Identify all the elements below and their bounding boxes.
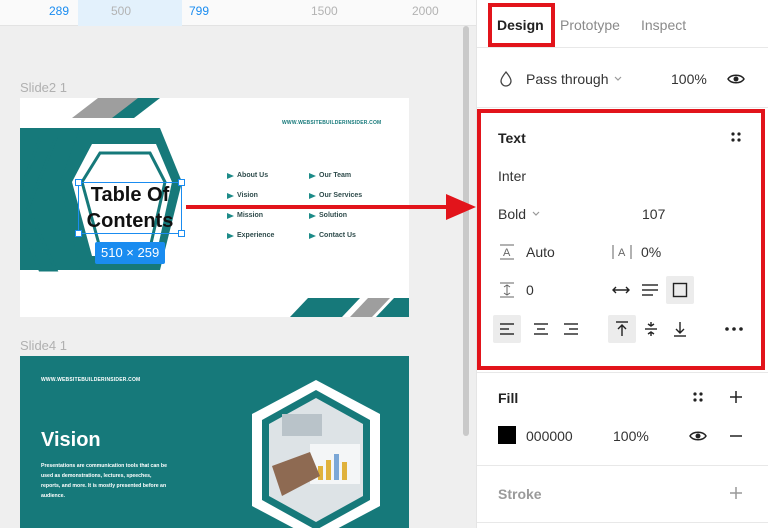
add-fill-icon[interactable]	[728, 389, 744, 405]
highlight-design-tab	[488, 3, 555, 47]
stroke-section-heading: Stroke	[498, 486, 542, 502]
align-middle-icon[interactable]	[637, 315, 665, 343]
divider	[477, 47, 768, 48]
fill-color-swatch[interactable]	[498, 426, 516, 444]
chevron-down-icon[interactable]	[531, 208, 541, 220]
more-options-icon[interactable]	[723, 320, 745, 338]
tab-prototype[interactable]: Prototype	[560, 17, 620, 33]
canvas[interactable]: 289 500 799 1500 2000 Slide2 1 WWW.WEBSI…	[0, 0, 476, 528]
font-weight-select[interactable]: Bold	[498, 206, 526, 222]
layer-opacity[interactable]: 100%	[671, 71, 707, 87]
drop-icon	[499, 70, 513, 88]
eye-icon[interactable]	[689, 428, 707, 444]
blend-mode-select[interactable]: Pass through	[526, 71, 609, 87]
paragraph-spacing-icon	[498, 281, 516, 299]
align-left-icon[interactable]	[493, 315, 521, 343]
align-bottom-icon[interactable]	[666, 315, 694, 343]
svg-text:A: A	[503, 247, 511, 259]
text-section-heading: Text	[498, 130, 526, 146]
divider	[477, 372, 768, 373]
annotation-arrow	[186, 194, 476, 220]
letter-spacing-icon: A	[610, 243, 636, 261]
auto-width-icon[interactable]	[611, 282, 631, 298]
align-center-icon[interactable]	[527, 315, 555, 343]
properties-panel: Design Prototype Inspect Pass through 10…	[476, 0, 768, 528]
auto-height-icon[interactable]	[639, 280, 661, 300]
divider	[477, 522, 768, 523]
fill-opacity-input[interactable]: 100%	[613, 428, 649, 444]
tab-inspect[interactable]: Inspect	[641, 17, 686, 33]
line-height-input[interactable]: Auto	[526, 244, 555, 260]
font-size-input[interactable]: 107	[642, 206, 665, 222]
fill-styles-icon[interactable]	[691, 390, 705, 404]
paragraph-spacing-input[interactable]: 0	[526, 282, 534, 298]
fill-hex-input[interactable]: 000000	[526, 428, 573, 444]
text-styles-icon[interactable]	[729, 130, 743, 144]
align-right-icon[interactable]	[557, 315, 585, 343]
add-stroke-icon[interactable]	[728, 485, 744, 501]
chevron-down-icon[interactable]	[613, 73, 623, 85]
fixed-size-icon[interactable]	[666, 276, 694, 304]
letter-spacing-input[interactable]: 0%	[641, 244, 661, 260]
font-family-select[interactable]: Inter	[498, 168, 526, 184]
divider	[477, 465, 768, 466]
line-height-icon: A	[498, 243, 516, 261]
fill-section-heading: Fill	[498, 390, 519, 406]
remove-fill-icon[interactable]	[728, 429, 744, 443]
align-top-icon[interactable]	[608, 315, 636, 343]
svg-text:A: A	[618, 247, 626, 259]
divider	[477, 107, 768, 108]
eye-icon[interactable]	[727, 70, 745, 88]
